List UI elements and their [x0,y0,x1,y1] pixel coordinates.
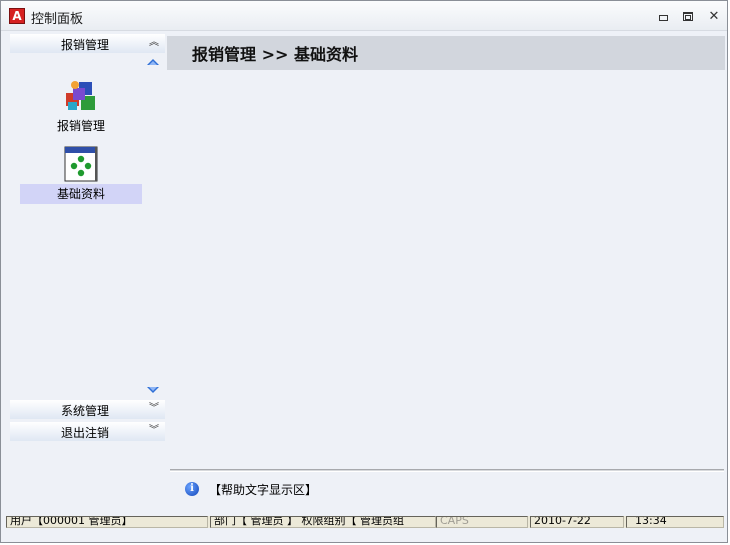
group-header-reimbursement[interactable]: 报销管理 ︽ [10,34,165,54]
status-date: 2010-7-22 [530,516,624,528]
group-label: 系统管理 [60,404,109,418]
minimize-icon [658,15,668,21]
close-icon: ✕ [708,8,720,24]
sidebar-item-basic-data[interactable]: 基础资料 [20,146,142,204]
status-bar: 用户【000001 管理员】 部门【 管理员 】 权限组别【 管理员组 CAPS… [6,516,724,528]
status-time: 13:34 [626,516,724,528]
chevron-double-down-icon: ︾ [149,425,159,436]
status-caps: CAPS [436,516,528,528]
status-dept: 部门【 管理员 】 权限组别【 管理员组 [210,516,436,528]
basic-data-window-icon [64,146,98,182]
app-logo-icon: A [9,8,25,24]
breadcrumb-header: 报销管理 >> 基础资料 [167,36,725,70]
sidebar-item-label: 基础资料 [20,184,142,204]
control-panel-window: A 控制面板 ✕ 报销管理 ︽ 报销管理 基础资料 系统管理 ︾ 退出注销 ︾ … [0,0,728,543]
scroll-down-arrow-icon[interactable] [147,386,159,394]
sidebar-item-reimbursement[interactable]: 报销管理 [20,78,142,136]
minimize-button[interactable] [656,9,670,23]
close-button[interactable]: ✕ [707,9,721,23]
scroll-up-arrow-icon[interactable] [147,58,159,66]
main-panel: 报销管理 >> 基础资料 i 【帮助文字显示区】 [167,34,725,512]
maximize-icon [683,11,693,21]
window-title: 控制面板 [31,12,84,27]
maximize-button[interactable] [681,9,695,23]
group-label: 报销管理 [60,38,109,52]
sidebar: 报销管理 ︽ 报销管理 基础资料 系统管理 ︾ 退出注销 ︾ [10,34,165,512]
group-header-system[interactable]: 系统管理 ︾ [10,400,165,420]
info-icon: i [185,482,199,496]
help-area: i 【帮助文字显示区】 [185,481,317,497]
title-bar: A 控制面板 ✕ [1,1,727,31]
group-header-logout[interactable]: 退出注销 ︾ [10,422,165,442]
help-text: 【帮助文字显示区】 [209,482,318,497]
sidebar-item-label: 报销管理 [56,119,105,133]
chevron-double-down-icon: ︾ [149,403,159,414]
chevron-double-up-icon: ︽ [149,37,159,48]
breadcrumb: 报销管理 >> 基础资料 [192,45,358,64]
status-user: 用户【000001 管理员】 [6,516,208,528]
reimbursement-cubes-icon [66,81,95,110]
group-label: 退出注销 [60,426,109,440]
help-divider [170,469,724,472]
